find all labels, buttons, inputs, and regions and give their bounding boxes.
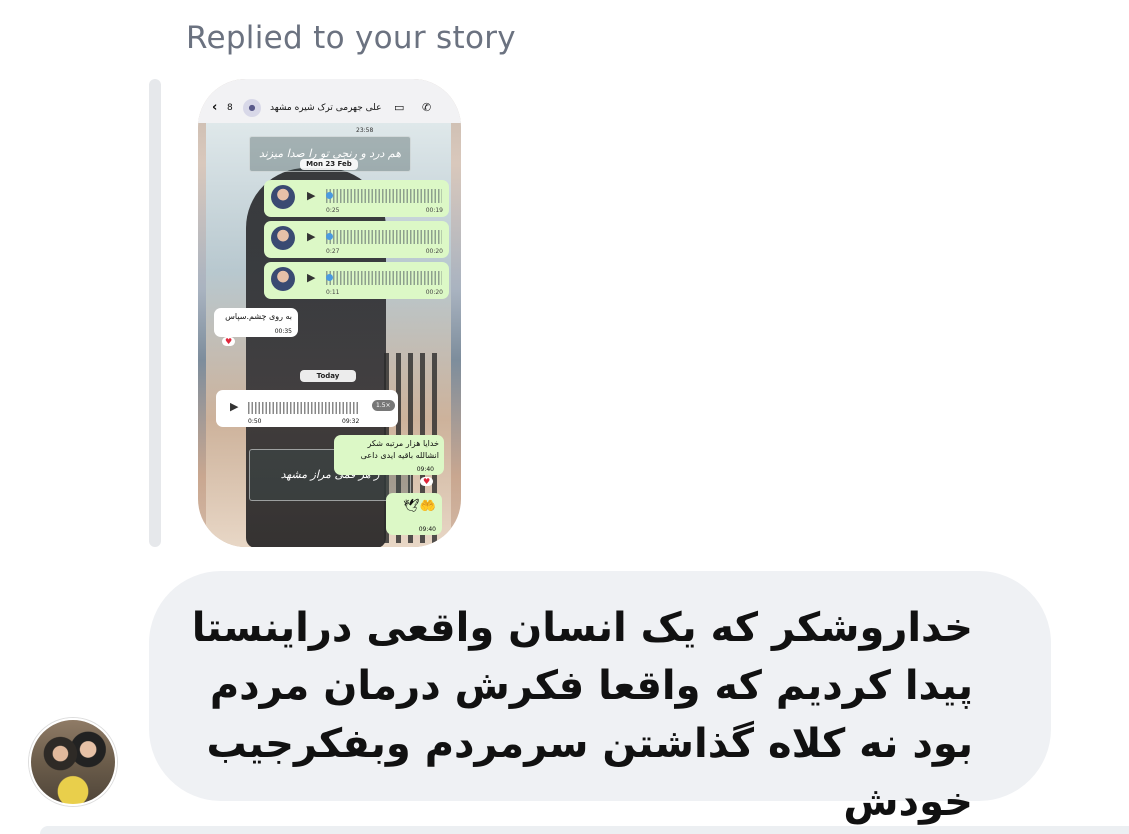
voice-avatar <box>271 185 295 209</box>
voice-time: 00:19 <box>425 207 443 214</box>
outgoing-text: خدایا هزار مرتبه شکر <box>367 439 439 448</box>
play-icon: ▶ <box>307 230 316 243</box>
heart-reaction-icon: ♥ <box>222 337 236 346</box>
playhead-dot <box>326 233 333 240</box>
video-camera-icon: ▭ <box>394 101 405 114</box>
story-outgoing-emoji-bubble: 🤲🕊 09:40 <box>386 493 442 535</box>
voice-time: 09:32 <box>342 418 360 425</box>
incoming-text: به روی چشم.سپاس <box>225 312 292 321</box>
phone-icon: ✆ <box>422 101 432 114</box>
voice-duration: 0:11 <box>326 289 340 296</box>
unread-count: 8 <box>227 103 233 113</box>
chevron-left-icon: ‹ <box>212 100 218 115</box>
replied-to-story-label: Replied to your story <box>186 20 516 56</box>
emoji-text: 🤲🕊 <box>403 499 436 514</box>
waveform <box>248 402 358 414</box>
message-text: خداروشکر که یک انسان واقعی دراینستا پیدا… <box>191 605 973 825</box>
incoming-time: 00:35 <box>274 328 292 335</box>
outgoing-text: انشالله باقیه ایدی داعی <box>360 451 439 460</box>
voice-duration: 0:27 <box>326 248 340 255</box>
outgoing-time: 09:40 <box>416 466 434 473</box>
play-icon: ▶ <box>307 271 316 284</box>
outgoing-time: 09:40 <box>418 526 436 533</box>
story-voice-message: ▶ 0:27 00:20 <box>264 221 449 258</box>
playhead-dot <box>326 192 333 199</box>
play-icon: ▶ <box>307 189 316 202</box>
next-item-edge <box>40 826 1129 834</box>
voice-time: 00:20 <box>425 289 443 296</box>
story-voice-message: ▶ 0:25 00:19 <box>264 180 449 217</box>
voice-avatar <box>271 226 295 250</box>
contact-avatar-icon: ● <box>243 99 261 117</box>
voice-avatar <box>271 267 295 291</box>
story-today-pill: Today <box>300 370 356 382</box>
contact-name: علی جهرمی ترک شیره مشهد <box>270 103 382 113</box>
waveform <box>326 230 442 244</box>
heart-reaction-icon: ♥ <box>420 477 434 486</box>
story-background: 23:58 هم درد و رنجی تو را صدا میزند Mon … <box>206 123 451 547</box>
story-incoming-voice: ▶ 1.5× 0:50 09:32 <box>216 390 398 427</box>
voice-time: 00:20 <box>425 248 443 255</box>
story-thumbnail[interactable]: 23:58 هم درد و رنجی تو را صدا میزند Mon … <box>198 79 461 547</box>
waveform <box>326 189 442 203</box>
voice-duration: 0:50 <box>248 418 262 425</box>
story-timestamp-top: 23:58 <box>356 127 374 134</box>
story-outgoing-bubble: خدایا هزار مرتبه شکر انشالله باقیه ایدی … <box>334 435 444 475</box>
reply-quote-bar <box>149 79 161 547</box>
message-bubble[interactable]: خداروشکر که یک انسان واقعی دراینستا پیدا… <box>149 571 1051 825</box>
story-chat-header: ‹ 8 ● علی جهرمی ترک شیره مشهد ▭ ✆ <box>198 79 461 123</box>
voice-duration: 0:25 <box>326 207 340 214</box>
story-day-pill: Mon 23 Feb <box>300 159 358 170</box>
waveform <box>326 271 442 285</box>
story-voice-message: ▶ 0:11 00:20 <box>264 262 449 299</box>
playback-speed-badge: 1.5× <box>372 400 395 411</box>
play-icon: ▶ <box>230 400 239 413</box>
sender-avatar[interactable] <box>29 718 117 806</box>
playhead-dot <box>326 274 333 281</box>
story-incoming-bubble: به روی چشم.سپاس 00:35 <box>214 308 298 337</box>
